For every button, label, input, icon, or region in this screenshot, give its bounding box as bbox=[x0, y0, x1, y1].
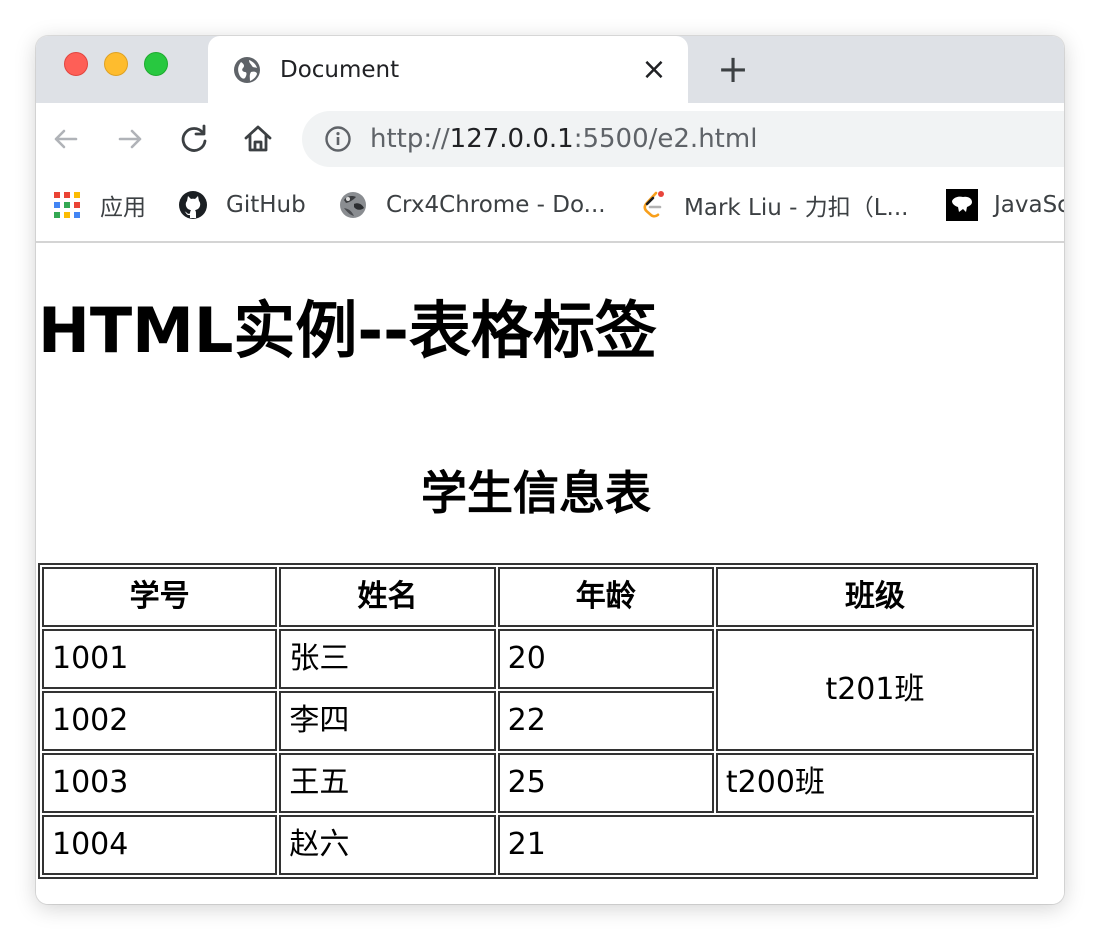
table-header-row: 学号 姓名 年龄 班级 bbox=[42, 567, 1034, 627]
bookmark-leetcode[interactable]: Mark Liu - 力扣（L... bbox=[638, 187, 908, 223]
tab-document[interactable]: Document × bbox=[208, 36, 688, 103]
cell-id: 1001 bbox=[42, 629, 278, 689]
page-title: HTML实例--表格标签 bbox=[38, 294, 657, 367]
toolbar: http://127.0.0.1:5500/e2.html bbox=[36, 103, 1064, 175]
cell-class: t200班 bbox=[715, 753, 1034, 813]
address-bar[interactable]: http://127.0.0.1:5500/e2.html bbox=[302, 111, 1064, 167]
bookmark-label: JavaSc bbox=[994, 192, 1064, 218]
cell-age: 25 bbox=[497, 753, 714, 813]
close-icon[interactable]: × bbox=[640, 55, 668, 85]
crx4chrome-icon bbox=[340, 192, 366, 218]
cell-name: 王五 bbox=[279, 753, 496, 813]
table-row: 1001 张三 20 t201班 bbox=[42, 629, 1034, 751]
page-content: HTML实例--表格标签 学生信息表 学号 姓名 年龄 班级 1001 张三 2… bbox=[36, 243, 1064, 904]
reload-icon[interactable] bbox=[176, 121, 212, 157]
window-close-button[interactable] bbox=[64, 52, 88, 76]
window-minimize-button[interactable] bbox=[104, 52, 128, 76]
bookmark-label: Mark Liu - 力扣（L... bbox=[684, 195, 909, 221]
globe-icon bbox=[234, 57, 260, 83]
url-scheme: http:// bbox=[370, 124, 450, 154]
bookmark-apps[interactable]: 应用 bbox=[52, 187, 146, 223]
url-host: 127.0.0.1 bbox=[449, 124, 574, 154]
forward-arrow-icon[interactable] bbox=[112, 121, 148, 157]
table-caption: 学生信息表 bbox=[421, 466, 651, 520]
javascript-icon bbox=[946, 189, 978, 221]
window-zoom-button[interactable] bbox=[144, 52, 168, 76]
home-icon[interactable] bbox=[240, 121, 276, 157]
cell-age: 22 bbox=[497, 691, 714, 751]
address-url[interactable]: http://127.0.0.1:5500/e2.html bbox=[370, 123, 757, 155]
back-arrow-icon[interactable] bbox=[48, 121, 84, 157]
cell-id: 1002 bbox=[42, 691, 278, 751]
browser-window: Document × + http://127.0.0.1:5500/e2.ht… bbox=[36, 36, 1064, 904]
student-table: 学号 姓名 年龄 班级 1001 张三 20 t201班 1002 李四 22 … bbox=[38, 563, 1038, 879]
column-header-id: 学号 bbox=[42, 567, 278, 627]
github-icon bbox=[179, 191, 207, 219]
table-row: 1003 王五 25 t200班 bbox=[42, 753, 1034, 813]
cell-name: 李四 bbox=[279, 691, 496, 751]
cell-name: 赵六 bbox=[279, 815, 496, 875]
bookmark-label: Crx4Chrome - Do... bbox=[386, 192, 606, 218]
column-header-class: 班级 bbox=[715, 567, 1034, 627]
column-header-name: 姓名 bbox=[279, 567, 496, 627]
column-header-age: 年龄 bbox=[497, 567, 714, 627]
bookmark-javascript[interactable]: JavaSc bbox=[946, 187, 1064, 223]
bookmark-label: 应用 bbox=[100, 195, 146, 221]
bookmark-label: GitHub bbox=[226, 192, 306, 218]
cell-id: 1004 bbox=[42, 815, 278, 875]
tab-title: Document bbox=[280, 57, 400, 83]
url-path: :5500/e2.html bbox=[573, 124, 758, 154]
bookmark-crx4chrome[interactable]: Crx4Chrome - Do... bbox=[338, 187, 606, 223]
apps-grid-icon bbox=[54, 192, 80, 218]
cell-age-merged: 21 bbox=[497, 815, 1034, 875]
bookmark-github[interactable]: GitHub bbox=[178, 187, 306, 223]
cell-id: 1003 bbox=[42, 753, 278, 813]
plus-icon[interactable]: + bbox=[716, 50, 750, 88]
cell-name: 张三 bbox=[279, 629, 496, 689]
leetcode-icon bbox=[643, 191, 664, 218]
tab-strip: Document × + bbox=[36, 36, 1064, 103]
cell-class-merged: t201班 bbox=[715, 629, 1034, 751]
info-icon[interactable] bbox=[324, 125, 352, 153]
bookmarks-bar: 应用 GitHub Crx4Chrome - Do... Mark Liu - … bbox=[36, 175, 1064, 243]
table-row: 1004 赵六 21 bbox=[42, 815, 1034, 875]
cell-age: 20 bbox=[497, 629, 714, 689]
